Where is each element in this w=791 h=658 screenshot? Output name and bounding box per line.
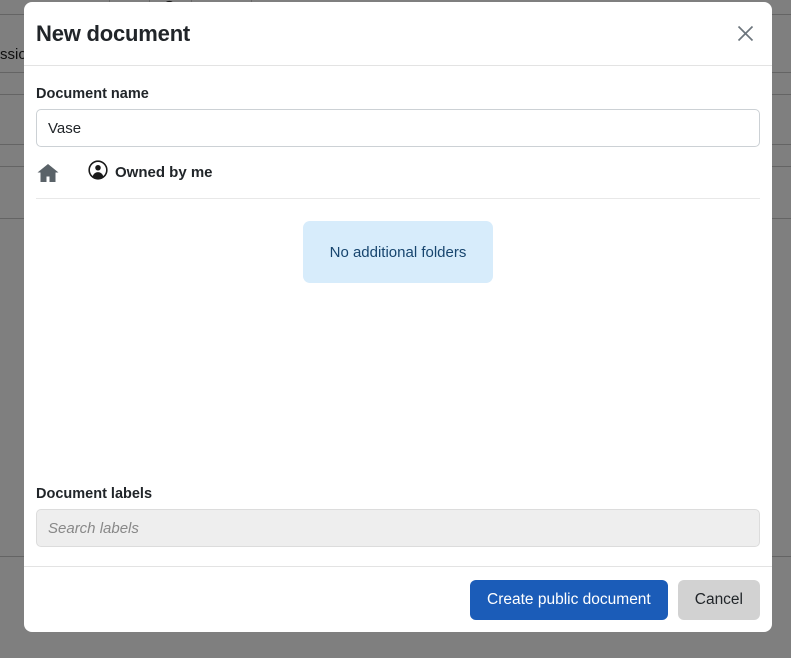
dialog-footer: Create public document Cancel [24,566,772,632]
create-public-document-button[interactable]: Create public document [470,579,668,620]
dialog-body: Document name Owned by me No [24,66,772,566]
cancel-button[interactable]: Cancel [677,579,760,620]
new-document-dialog: New document Document name Vase Owned by… [24,2,772,632]
owner-label: Owned by me [115,164,213,181]
owner-row: Owned by me [36,160,760,199]
dialog-title: New document [36,20,191,46]
search-labels-input[interactable] [36,509,760,547]
owner-chip: Owned by me [88,160,213,185]
close-icon[interactable] [730,19,760,49]
account-circle-icon [88,160,108,185]
document-name-label: Document name [36,86,149,102]
document-name-input[interactable] [36,109,760,147]
no-folders-message: No additional folders [302,221,494,283]
document-labels-label: Document labels [36,486,153,502]
home-icon[interactable] [36,161,60,185]
folders-area: No additional folders [36,199,760,466]
dialog-header: New document [24,2,772,66]
document-labels-block: Document labels [36,466,760,566]
